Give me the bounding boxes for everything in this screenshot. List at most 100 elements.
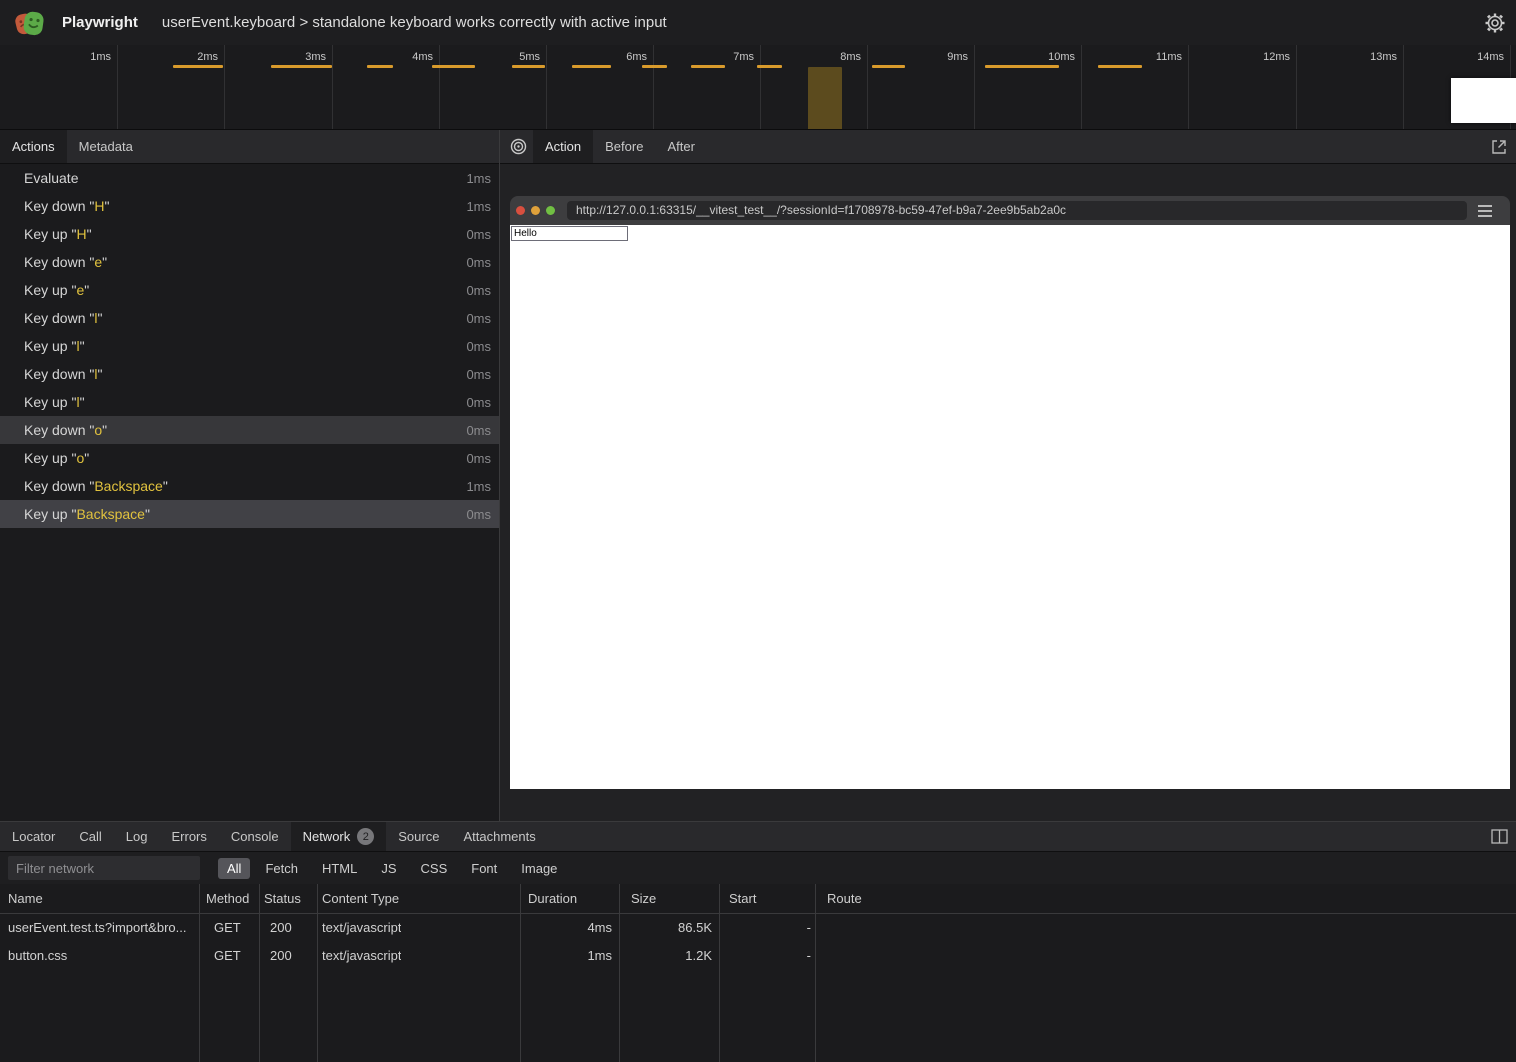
column-separator[interactable] xyxy=(815,884,816,1062)
action-duration: 1ms xyxy=(466,171,491,186)
tab-network[interactable]: Network2 xyxy=(291,822,387,851)
column-separator[interactable] xyxy=(619,884,620,1062)
actions-panel: ActionsMetadata Evaluate 1ms Key down "H"1… xyxy=(0,130,499,821)
column-header-name[interactable]: Name xyxy=(8,884,43,914)
action-title: Key down "l" xyxy=(24,310,466,326)
tab-after[interactable]: After xyxy=(655,130,706,163)
timeline-gridline xyxy=(332,45,333,130)
cell-duration: 4ms xyxy=(587,914,612,942)
action-name: Key up xyxy=(24,450,68,466)
tab-log[interactable]: Log xyxy=(114,822,160,851)
cell-status: 200 xyxy=(270,942,292,970)
action-list-item[interactable]: Key down "e"0ms xyxy=(0,248,499,276)
snapshot-tabbar: ActionBeforeAfter xyxy=(500,130,1516,164)
column-header-size[interactable]: Size xyxy=(631,884,656,914)
hamburger-menu-icon xyxy=(1477,204,1493,218)
settings-gear-icon[interactable] xyxy=(1484,12,1506,34)
filter-chip-font[interactable]: Font xyxy=(462,858,506,879)
top-bar: Playwright userEvent.keyboard > standalo… xyxy=(0,0,1516,45)
timeline-action-bar[interactable] xyxy=(572,65,611,68)
column-header-start[interactable]: Start xyxy=(729,884,756,914)
column-separator[interactable] xyxy=(520,884,521,1062)
tab-attachments[interactable]: Attachments xyxy=(451,822,547,851)
traffic-light-green-icon xyxy=(546,206,555,215)
tab-actions[interactable]: Actions xyxy=(0,130,67,163)
action-list-item[interactable]: Evaluate 1ms xyxy=(0,164,499,192)
timeline-selected-action-bar[interactable] xyxy=(808,67,842,130)
timeline-action-bar[interactable] xyxy=(872,65,905,68)
tab-source[interactable]: Source xyxy=(386,822,451,851)
timeline-action-bar[interactable] xyxy=(1098,65,1142,68)
action-list-item[interactable]: Key up "l"0ms xyxy=(0,388,499,416)
column-separator[interactable] xyxy=(719,884,720,1062)
filter-chip-js[interactable]: JS xyxy=(372,858,405,879)
snapshot-url-bar: http://127.0.0.1:63315/__vitest_test__/?… xyxy=(567,201,1467,220)
filter-chip-fetch[interactable]: Fetch xyxy=(256,858,307,879)
tab-locator[interactable]: Locator xyxy=(0,822,67,851)
action-name: Key down xyxy=(24,310,85,326)
snapshot-text-input[interactable]: Hello xyxy=(511,226,628,241)
column-separator[interactable] xyxy=(199,884,200,1062)
filter-chip-all[interactable]: All xyxy=(218,858,250,879)
action-title: Key down "Backspace" xyxy=(24,478,466,494)
tab-console[interactable]: Console xyxy=(219,822,291,851)
timeline-gridline xyxy=(867,45,868,130)
timeline-action-bar[interactable] xyxy=(757,65,782,68)
timeline-action-bar[interactable] xyxy=(512,65,545,68)
action-list-item[interactable]: Key up "Backspace"0ms xyxy=(0,500,499,528)
timeline-action-bar[interactable] xyxy=(691,65,725,68)
timeline-ruler[interactable]: 1ms2ms3ms4ms5ms6ms7ms8ms9ms10ms11ms12ms1… xyxy=(0,45,1516,130)
tab-label: Log xyxy=(126,829,148,844)
network-request-row[interactable]: button.cssGET200text/javascript1ms1.2K- xyxy=(0,942,1516,970)
timeline-tick-label: 4ms xyxy=(369,51,433,65)
action-list-item[interactable]: Key up "H"0ms xyxy=(0,220,499,248)
action-duration: 0ms xyxy=(466,395,491,410)
filter-chip-css[interactable]: CSS xyxy=(412,858,457,879)
timeline-action-bar[interactable] xyxy=(367,65,393,68)
cell-start: - xyxy=(807,914,811,942)
column-separator[interactable] xyxy=(259,884,260,1062)
timeline-action-bar[interactable] xyxy=(432,65,475,68)
action-duration: 0ms xyxy=(466,367,491,382)
test-title: userEvent.keyboard > standalone keyboard… xyxy=(162,14,667,31)
split-view-icon[interactable] xyxy=(1491,829,1508,844)
tab-call[interactable]: Call xyxy=(67,822,113,851)
action-name: Evaluate xyxy=(24,170,78,186)
tab-label: Locator xyxy=(12,829,55,844)
timeline-action-bar[interactable] xyxy=(985,65,1059,68)
tab-label: Call xyxy=(79,829,101,844)
column-header-duration[interactable]: Duration xyxy=(528,884,577,914)
tab-label: Attachments xyxy=(463,829,535,844)
action-list-item[interactable]: Key down "l"0ms xyxy=(0,360,499,388)
action-name: Key up xyxy=(24,338,68,354)
filter-chip-image[interactable]: Image xyxy=(512,858,566,879)
action-duration: 0ms xyxy=(466,451,491,466)
tab-action[interactable]: Action xyxy=(533,130,593,163)
action-list-item[interactable]: Key up "e"0ms xyxy=(0,276,499,304)
action-duration: 0ms xyxy=(466,339,491,354)
timeline-gridline xyxy=(1403,45,1404,130)
open-external-icon[interactable] xyxy=(1490,138,1508,156)
timeline-action-bar[interactable] xyxy=(642,65,667,68)
network-request-row[interactable]: userEvent.test.ts?import&bro...GET200tex… xyxy=(0,914,1516,942)
network-filter-input[interactable] xyxy=(8,856,200,880)
action-list-item[interactable]: Key down "l"0ms xyxy=(0,304,499,332)
column-header-method[interactable]: Method xyxy=(206,884,249,914)
column-header-route[interactable]: Route xyxy=(827,884,862,914)
action-list-item[interactable]: Key down "Backspace"1ms xyxy=(0,472,499,500)
action-title: Key up "o" xyxy=(24,450,466,466)
filter-chip-html[interactable]: HTML xyxy=(313,858,366,879)
action-list-item[interactable]: Key up "o"0ms xyxy=(0,444,499,472)
column-header-content-type[interactable]: Content Type xyxy=(322,884,399,914)
tab-errors[interactable]: Errors xyxy=(159,822,218,851)
tab-before[interactable]: Before xyxy=(593,130,655,163)
action-list-item[interactable]: Key down "o"0ms xyxy=(0,416,499,444)
tab-metadata[interactable]: Metadata xyxy=(67,130,145,163)
column-header-status[interactable]: Status xyxy=(264,884,301,914)
column-separator[interactable] xyxy=(317,884,318,1062)
action-list-item[interactable]: Key down "H"1ms xyxy=(0,192,499,220)
pick-locator-target-icon[interactable] xyxy=(510,130,527,163)
timeline-action-bar[interactable] xyxy=(173,65,223,68)
timeline-action-bar[interactable] xyxy=(271,65,332,68)
action-list-item[interactable]: Key up "l"0ms xyxy=(0,332,499,360)
